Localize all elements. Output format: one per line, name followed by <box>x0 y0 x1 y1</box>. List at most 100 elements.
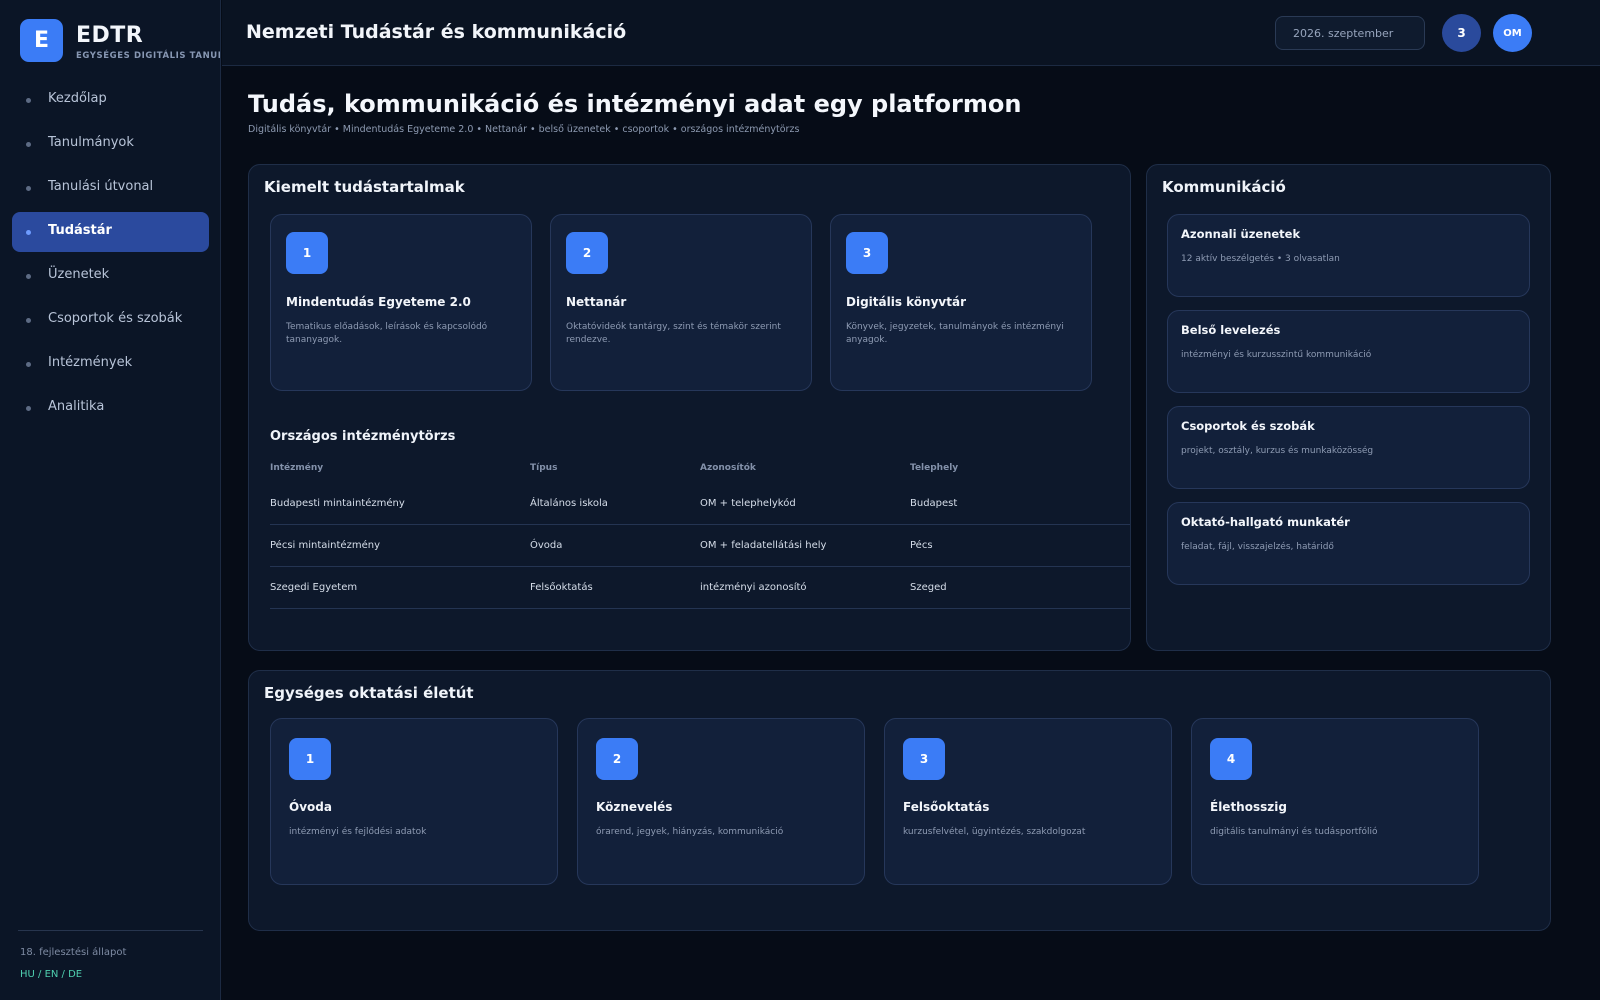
card-number: 4 <box>1210 738 1252 780</box>
table-cell: Szegedi Egyetem <box>270 582 358 593</box>
brand[interactable]: E EDTR EGYSÉGES DIGITÁLIS TANULMÁNYI REN… <box>20 19 220 63</box>
table-cell: Szeged <box>910 582 947 593</box>
knowledge-panel: Kiemelt tudástartalmak 1 Mindentudás Egy… <box>248 164 1131 651</box>
lifepath-panel-title: Egységes oktatási életút <box>264 684 474 702</box>
column-header[interactable]: Telephely <box>910 463 958 473</box>
table-cell: Pécsi mintaintézmény <box>270 540 380 551</box>
communication-card[interactable]: Belső levelezés intézményi és kurzusszin… <box>1167 310 1530 393</box>
sidebar-item-kezdolap[interactable]: Kezdőlap <box>12 80 209 120</box>
table-cell: OM + feladatellátási hely <box>700 540 827 551</box>
notification-badge[interactable]: 3 <box>1442 14 1481 52</box>
bullet-icon <box>26 318 31 323</box>
brand-name: EDTR <box>76 23 144 48</box>
lifepath-card[interactable]: 2 Köznevelés órarend, jegyek, hiányzás, … <box>577 718 865 885</box>
table-cell: Felsőoktatás <box>530 582 593 593</box>
avatar[interactable]: OM <box>1493 14 1532 52</box>
lifepath-card[interactable]: 4 Élethosszig digitális tanulmányi és tu… <box>1191 718 1479 885</box>
card-description: kurzusfelvétel, ügyintézés, szakdolgozat <box>903 827 1086 837</box>
institutions-table: Intézmény Típus Azonosítók Telephely Bud… <box>270 463 1130 609</box>
card-title: Köznevelés <box>596 800 673 814</box>
column-header[interactable]: Azonosítók <box>700 463 756 473</box>
card-number: 3 <box>846 232 888 274</box>
communication-card[interactable]: Azonnali üzenetek 12 aktív beszélgetés •… <box>1167 214 1530 297</box>
knowledge-card[interactable]: 2 Nettanár Oktatóvideók tantárgy, szint … <box>550 214 812 391</box>
card-description: 12 aktív beszélgetés • 3 olvasatlan <box>1181 254 1340 264</box>
column-header[interactable]: Intézmény <box>270 463 323 473</box>
table-cell: Budapesti mintaintézmény <box>270 498 405 509</box>
card-title: Mindentudás Egyeteme 2.0 <box>286 295 471 309</box>
card-description: feladat, fájl, visszajelzés, határidő <box>1181 542 1334 552</box>
card-number: 2 <box>596 738 638 780</box>
table-cell: Óvoda <box>530 540 563 551</box>
card-title: Azonnali üzenetek <box>1181 227 1301 241</box>
communication-card[interactable]: Oktató-hallgató munkatér feladat, fájl, … <box>1167 502 1530 585</box>
lifepath-panel: Egységes oktatási életút 1 Óvoda intézmé… <box>248 670 1551 931</box>
card-title: Óvoda <box>289 800 332 814</box>
sidebar-item-csoportok[interactable]: Csoportok és szobák <box>12 300 209 340</box>
card-title: Belső levelezés <box>1181 323 1281 337</box>
sidebar-item-uzenetek[interactable]: Üzenetek <box>12 256 209 296</box>
brand-subtitle: EGYSÉGES DIGITÁLIS TANULMÁNYI RENDSZER <box>76 51 220 61</box>
sidebar-item-label: Intézmények <box>48 355 133 370</box>
language-switcher[interactable]: HU / EN / DE <box>20 969 82 980</box>
card-description: Tematikus előadások, leírások és kapcsol… <box>286 322 488 345</box>
table-cell: OM + telephelykód <box>700 498 796 509</box>
brand-logo: E <box>20 19 63 62</box>
card-title: Csoportok és szobák <box>1181 419 1315 433</box>
institutions-title: Országos intézménytörzs <box>270 429 456 444</box>
card-description: intézményi és kurzusszintű kommunikáció <box>1181 350 1372 360</box>
dev-status: 18. fejlesztési állapot <box>20 947 127 958</box>
sidebar-item-label: Tanulási útvonal <box>48 179 154 194</box>
card-number: 3 <box>903 738 945 780</box>
sidebar-item-tanulmanyok[interactable]: Tanulmányok <box>12 124 209 164</box>
knowledge-panel-title: Kiemelt tudástartalmak <box>264 178 465 196</box>
sidebar-item-label: Tudástár <box>48 223 112 238</box>
knowledge-card[interactable]: 3 Digitális könyvtár Könyvek, jegyzetek,… <box>830 214 1092 391</box>
bullet-icon <box>26 406 31 411</box>
sidebar-item-tanulasi-utvonal[interactable]: Tanulási útvonal <box>12 168 209 208</box>
communication-panel-title: Kommunikáció <box>1162 178 1286 196</box>
card-number: 2 <box>566 232 608 274</box>
card-description: intézményi és fejlődési adatok <box>289 827 427 837</box>
card-title: Felsőoktatás <box>903 800 990 814</box>
header-title: Nemzeti Tudástár és kommunikáció <box>246 21 627 43</box>
card-title: Digitális könyvtár <box>846 295 966 309</box>
knowledge-card[interactable]: 1 Mindentudás Egyeteme 2.0 Tematikus elő… <box>270 214 532 391</box>
table-cell: Budapest <box>910 498 958 509</box>
communication-card[interactable]: Csoportok és szobák projekt, osztály, ku… <box>1167 406 1530 489</box>
sidebar-item-analitika[interactable]: Analitika <box>12 388 209 428</box>
card-description: Oktatóvideók tantárgy, szint és témakör … <box>566 322 781 345</box>
table-cell: intézményi azonosító <box>700 582 807 593</box>
card-description: digitális tanulmányi és tudásportfólió <box>1210 827 1378 837</box>
bullet-icon <box>26 230 31 235</box>
table-cell: Általános iskola <box>530 498 608 509</box>
sidebar-item-label: Üzenetek <box>48 267 110 282</box>
table-row[interactable]: Budapesti mintaintézmény Általános iskol… <box>270 483 1130 525</box>
date-selector[interactable]: 2026. szeptember <box>1275 16 1425 50</box>
bullet-icon <box>26 186 31 191</box>
card-description: Könyvek, jegyzetek, tanulmányok és intéz… <box>846 322 1064 345</box>
communication-panel: Kommunikáció Azonnali üzenetek 12 aktív … <box>1146 164 1551 651</box>
lifepath-card[interactable]: 3 Felsőoktatás kurzusfelvétel, ügyintézé… <box>884 718 1172 885</box>
sidebar-nav: Kezdőlap Tanulmányok Tanulási útvonal Tu… <box>12 80 209 432</box>
card-title: Oktató-hallgató munkatér <box>1181 515 1350 529</box>
card-title: Élethosszig <box>1210 800 1287 814</box>
card-description: órarend, jegyek, hiányzás, kommunikáció <box>596 827 784 837</box>
sidebar-item-label: Tanulmányok <box>48 135 134 150</box>
table-row[interactable]: Szegedi Egyetem Felsőoktatás intézményi … <box>270 567 1130 609</box>
column-header[interactable]: Típus <box>530 463 557 473</box>
sidebar-item-tudastar[interactable]: Tudástár <box>12 212 209 252</box>
bullet-icon <box>26 142 31 147</box>
sidebar-item-intezmenyek[interactable]: Intézmények <box>12 344 209 384</box>
page-title: Tudás, kommunikáció és intézményi adat e… <box>248 90 1022 118</box>
sidebar-item-label: Analitika <box>48 399 105 414</box>
card-number: 1 <box>286 232 328 274</box>
page-subtitle: Digitális könyvtár • Mindentudás Egyetem… <box>248 124 800 135</box>
card-title: Nettanár <box>566 295 627 309</box>
table-cell: Pécs <box>910 540 933 551</box>
sidebar-item-label: Kezdőlap <box>48 91 107 106</box>
table-row[interactable]: Pécsi mintaintézmény Óvoda OM + feladate… <box>270 525 1130 567</box>
lifepath-card[interactable]: 1 Óvoda intézményi és fejlődési adatok <box>270 718 558 885</box>
bullet-icon <box>26 274 31 279</box>
card-number: 1 <box>289 738 331 780</box>
